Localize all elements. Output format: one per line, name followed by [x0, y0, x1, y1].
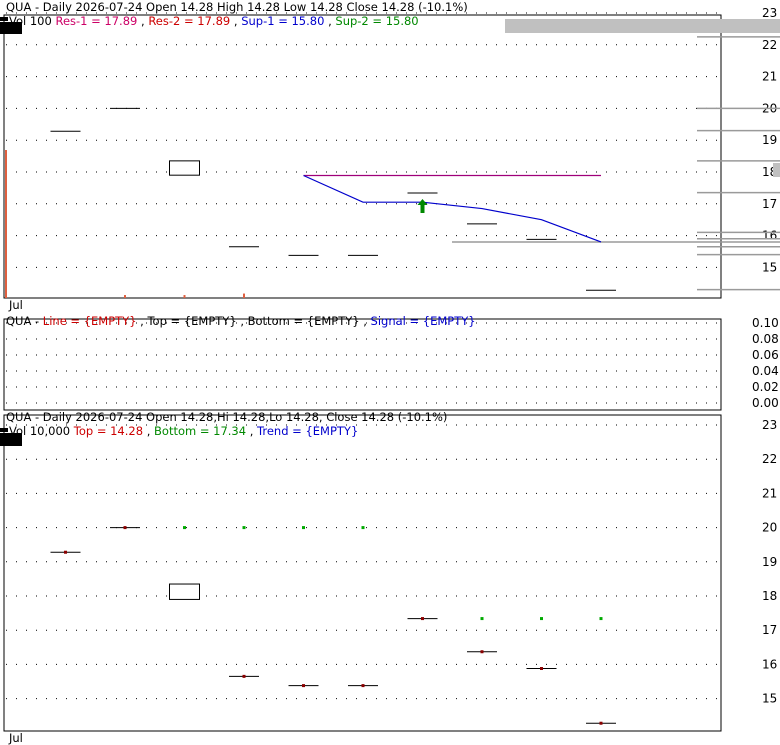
trend-marker	[302, 526, 305, 530]
y-tick-label: 0.00	[752, 396, 779, 410]
y-tick-label: 16	[762, 229, 777, 243]
y-tick-label: 20	[762, 521, 777, 535]
trend-panel-frame	[3, 414, 722, 732]
level-marker	[773, 163, 780, 177]
indicator-panel-frame	[3, 318, 722, 411]
y-tick-label: 17	[762, 623, 777, 637]
level-highlight-band	[505, 19, 780, 33]
candle	[169, 160, 200, 176]
indicator-bottom-label: Bottom = {EMPTY}	[248, 314, 360, 328]
indicator-signal-label: Signal = {EMPTY}	[371, 314, 476, 328]
trend-panel-legend: Vol 10,000 Top = 14.28 , Bottom = 17.34 …	[9, 424, 358, 438]
candle	[169, 583, 200, 600]
trend-panel-x-label: Jul	[8, 731, 23, 745]
close-marker	[64, 550, 67, 554]
price-panel-title: QUA - Daily 2026-07-24 Open 14.28 High 1…	[6, 0, 468, 14]
trend-marker	[361, 526, 365, 530]
trend-top-label: Top = 14.28	[73, 424, 143, 438]
price-candles	[50, 107, 616, 291]
trend-marker	[540, 617, 543, 621]
y-tick-label: 21	[762, 70, 777, 84]
trend-trend-label: Trend = {EMPTY}	[256, 424, 358, 438]
volume-bars	[5, 150, 245, 298]
close-marker	[361, 684, 365, 688]
price-panel-y-ticks: 151617181920212223	[762, 6, 777, 274]
res2-label: Res-2 = 17.89	[148, 14, 230, 28]
y-tick-label: 23	[762, 6, 777, 20]
trend-marker	[480, 617, 484, 621]
trend-candles	[50, 526, 616, 725]
support-resistance-lines	[303, 174, 602, 243]
price-panel-grid	[6, 12, 719, 268]
trend-marker	[242, 526, 246, 530]
chart-canvas: 15 16 17 18 19 20 21 22 23 QUA - Daily 2026-07-2…	[0, 0, 780, 745]
volume-bar	[243, 293, 245, 298]
close-marker	[480, 650, 484, 654]
sup2-label: Sup-2 = 15.80	[335, 14, 418, 28]
trend-marker	[599, 617, 603, 621]
indicator-line-label: Line = {EMPTY}	[43, 314, 137, 328]
indicator-panel-legend: QUA - Line = {EMPTY} , Top = {EMPTY} , B…	[6, 314, 476, 328]
indicator-panel-y-ticks: 0.10 0.08 0.06 0.04 0.02 0.00	[752, 316, 779, 410]
y-tick-label: 21	[762, 486, 777, 500]
close-marker	[123, 526, 127, 530]
y-tick-label: 0.04	[752, 364, 779, 378]
y-tick-label: 0.10	[752, 316, 779, 330]
indicator-prefix: QUA -	[6, 314, 43, 328]
close-marker	[421, 617, 424, 621]
sup1-label: Sup-1 = 15.80	[241, 14, 324, 28]
y-tick-label: 22	[762, 452, 777, 466]
volume-bar	[183, 295, 186, 298]
trend-marker	[183, 526, 186, 530]
res1-label: Res-1 = 17.89	[55, 14, 137, 28]
close-marker	[599, 721, 603, 725]
trend-markers	[183, 526, 603, 621]
y-tick-label: 0.08	[752, 332, 779, 346]
y-tick-label: 0.06	[752, 348, 779, 362]
price-panel-x-label: Jul	[8, 298, 23, 312]
close-marker	[302, 684, 305, 688]
position-marker	[0, 17, 8, 21]
y-tick-label: 19	[762, 133, 777, 147]
price-panel: 151617181920212223 QUA - Daily 2026-07-2…	[0, 0, 780, 312]
indicator-top-label: Top = {EMPTY}	[146, 314, 236, 328]
volume-bar	[5, 150, 7, 298]
y-tick-label: 16	[762, 657, 777, 671]
trend-panel-grid	[6, 424, 719, 700]
y-tick-label: 23	[762, 418, 777, 432]
y-tick-label: 15	[762, 260, 777, 274]
buy-arrow-icon	[417, 198, 428, 213]
volume-bar	[124, 295, 126, 298]
trend-panel: 15 16 17 18 19 20 21 22 23 QUA - Daily 2026-07-2…	[0, 410, 777, 745]
indicator-panel-grid	[6, 322, 719, 404]
indicator-panel: 0.10 0.08 0.06 0.04 0.02 0.00 QUA - Line = {E…	[3, 314, 779, 411]
trend-position-marker	[0, 428, 8, 432]
close-marker	[242, 674, 246, 678]
trend-panel-y-ticks: 15 16 17 18 19 20 21 22 23	[762, 418, 777, 706]
price-panel-level-lines	[452, 36, 780, 291]
y-tick-label: 0.02	[752, 380, 779, 394]
y-tick-label: 18	[762, 589, 777, 603]
trend-vol-label: Vol 10,000	[9, 424, 70, 438]
support-line	[303, 174, 602, 243]
trend-panel-title: QUA - Daily 2026-07-24 Open 14.28,Hi 14.…	[6, 410, 447, 424]
y-tick-label: 22	[762, 38, 777, 52]
price-panel-legend: Vol 100 Res-1 = 17.89 , Res-2 = 17.89 , …	[9, 14, 419, 28]
close-marker	[540, 667, 543, 671]
vol-label: Vol 100	[9, 14, 52, 28]
trend-bottom-label: Bottom = 17.34	[154, 424, 246, 438]
y-tick-label: 15	[762, 692, 777, 706]
y-tick-label: 19	[762, 555, 777, 569]
y-tick-label: 17	[762, 197, 777, 211]
